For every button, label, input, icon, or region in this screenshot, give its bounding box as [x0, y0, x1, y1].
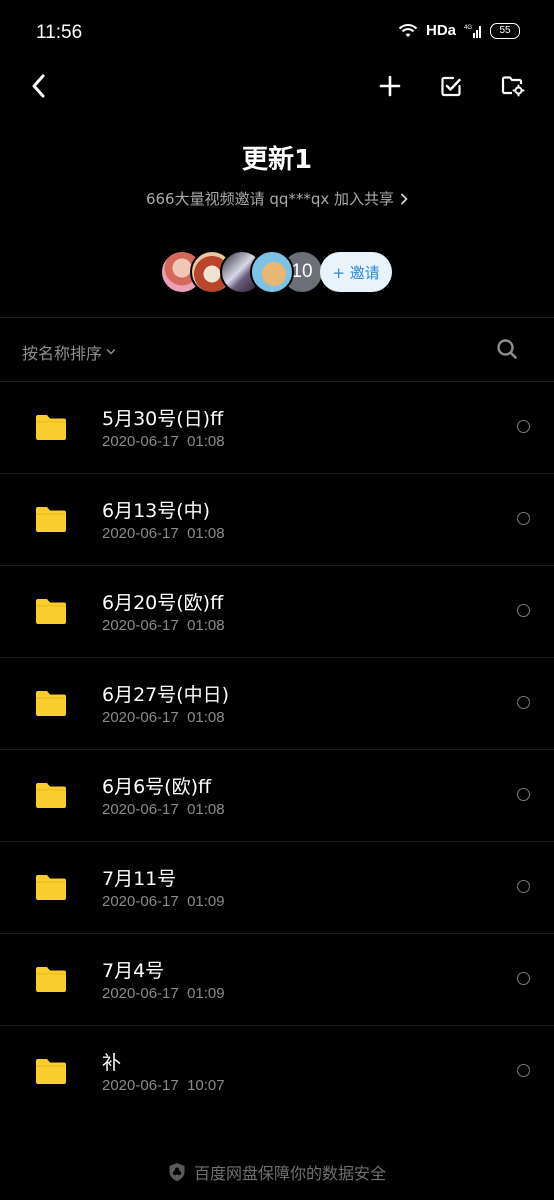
folder-icon	[36, 507, 66, 532]
folder-icon	[36, 967, 66, 992]
file-date: 2020-06-17 10:07	[102, 1077, 225, 1094]
chevron-right-icon	[401, 193, 408, 204]
folder-icon	[36, 875, 66, 900]
search-icon	[497, 339, 517, 359]
shield-icon	[169, 1163, 185, 1181]
file-name: 6月20号(欧)ff	[102, 592, 224, 614]
plus-icon	[379, 75, 401, 97]
share-info-link[interactable]: 666大量视频邀请 qq***qx 加入共享	[0, 188, 554, 209]
select-radio[interactable]	[517, 604, 530, 617]
file-date: 2020-06-17 01:09	[102, 893, 225, 910]
file-name: 5月30号(日)ff	[102, 408, 224, 430]
list-item[interactable]: 6月27号(中日) 2020-06-17 01:08	[0, 658, 554, 750]
member-avatars[interactable]: 10	[160, 250, 324, 294]
svg-text:4G: 4G	[464, 25, 472, 31]
file-name: 6月13号(中)	[102, 500, 211, 522]
folder-icon	[36, 691, 66, 716]
select-radio[interactable]	[517, 512, 530, 525]
list-item[interactable]: 5月30号(日)ff 2020-06-17 01:08	[0, 382, 554, 474]
select-button[interactable]	[435, 70, 467, 102]
select-radio[interactable]	[517, 972, 530, 985]
chevron-left-icon	[32, 74, 45, 98]
file-name: 6月6号(欧)ff	[102, 776, 212, 798]
share-info-text: 666大量视频邀请 qq***qx 加入共享	[145, 190, 395, 208]
nav-bar	[0, 66, 554, 106]
wifi-icon	[398, 23, 418, 37]
list-item[interactable]: 7月11号 2020-06-17 01:09	[0, 842, 554, 934]
checkbox-edit-icon	[441, 76, 461, 97]
back-button[interactable]	[22, 70, 54, 102]
folder-icon	[36, 599, 66, 624]
folder-icon	[36, 415, 66, 440]
file-date: 2020-06-17 01:08	[102, 525, 225, 542]
battery-icon: 55	[490, 22, 520, 39]
network-label: HDa	[425, 22, 456, 39]
list-item[interactable]: 7月4号 2020-06-17 01:09	[0, 934, 554, 1026]
folder-icon	[36, 1059, 66, 1084]
sort-dropdown[interactable]: 按名称排序	[22, 340, 116, 364]
share-header: 更新1 666大量视频邀请 qq***qx 加入共享	[0, 140, 554, 209]
chevron-down-icon	[106, 349, 116, 355]
file-date: 2020-06-17 01:09	[102, 985, 225, 1002]
select-radio[interactable]	[517, 788, 530, 801]
cellular-signal-icon: 4G	[464, 25, 481, 38]
invite-button[interactable]: + 邀请	[320, 252, 392, 292]
list-item[interactable]: 补 2020-06-17 10:07	[0, 1026, 554, 1117]
list-item[interactable]: 6月6号(欧)ff 2020-06-17 01:08	[0, 750, 554, 842]
file-date: 2020-06-17 01:08	[102, 617, 225, 634]
file-name: 补	[102, 1052, 122, 1074]
file-list: 5月30号(日)ff 2020-06-17 01:08 6月13号(中) 202…	[0, 382, 554, 1117]
status-time: 11:56	[36, 22, 83, 43]
folder-gear-icon	[501, 76, 525, 97]
status-bar: 11:56 HDa 4G 55	[0, 0, 554, 66]
folder-icon	[36, 783, 66, 808]
avatar	[250, 250, 294, 294]
search-button[interactable]	[496, 338, 518, 360]
list-item[interactable]: 6月20号(欧)ff 2020-06-17 01:08	[0, 566, 554, 658]
file-date: 2020-06-17 01:08	[102, 801, 225, 818]
footer-text: 百度网盘保障你的数据安全	[193, 1164, 386, 1183]
file-name: 6月27号(中日)	[102, 684, 230, 706]
select-radio[interactable]	[517, 1064, 530, 1077]
add-button[interactable]	[374, 70, 406, 102]
file-name: 7月4号	[102, 960, 165, 982]
status-icons: HDa 4G 55	[398, 22, 520, 39]
sort-bar: 按名称排序	[0, 318, 554, 380]
select-radio[interactable]	[517, 420, 530, 433]
list-item[interactable]: 6月13号(中) 2020-06-17 01:08	[0, 474, 554, 566]
security-footer: 百度网盘保障你的数据安全	[0, 1160, 554, 1184]
select-radio[interactable]	[517, 696, 530, 709]
select-radio[interactable]	[517, 880, 530, 893]
folder-settings-button[interactable]	[497, 70, 529, 102]
page-title: 更新1	[241, 145, 313, 175]
sort-label: 按名称排序	[22, 344, 103, 363]
file-name: 7月11号	[102, 868, 177, 890]
file-date: 2020-06-17 01:08	[102, 709, 225, 726]
file-date: 2020-06-17 01:08	[102, 433, 225, 450]
